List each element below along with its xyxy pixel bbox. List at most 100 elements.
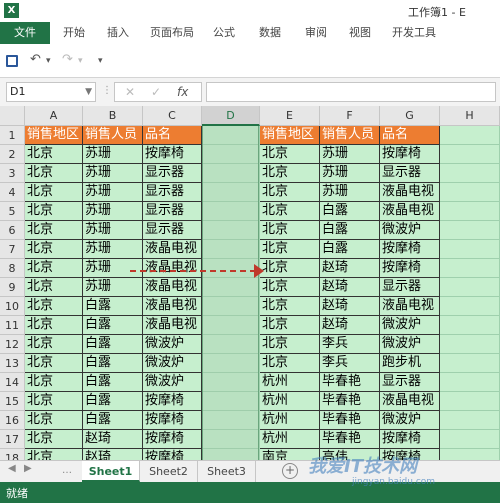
- sheet-scroll-left-icon[interactable]: ◀: [8, 463, 16, 474]
- table-cell[interactable]: [202, 126, 260, 145]
- table-cell[interactable]: 苏珊: [83, 145, 143, 164]
- row-header[interactable]: 16: [0, 411, 25, 430]
- table-cell[interactable]: 微波炉: [380, 411, 440, 430]
- table-cell[interactable]: 显示器: [380, 278, 440, 297]
- table-cell[interactable]: [202, 316, 260, 335]
- table-cell[interactable]: 苏珊: [83, 202, 143, 221]
- table-cell[interactable]: [440, 449, 500, 460]
- tab-file[interactable]: 文件: [0, 22, 50, 44]
- column-header-h[interactable]: H: [440, 106, 500, 126]
- table-header-cell[interactable]: 销售地区: [260, 126, 320, 145]
- table-cell[interactable]: 北京: [25, 183, 83, 202]
- table-cell[interactable]: 液晶电视: [380, 392, 440, 411]
- table-cell[interactable]: 微波炉: [143, 373, 202, 392]
- column-header-e[interactable]: E: [260, 106, 320, 126]
- undo-dropdown-icon[interactable]: ▾: [46, 56, 51, 66]
- table-cell[interactable]: 液晶电视: [143, 240, 202, 259]
- table-cell[interactable]: 北京: [25, 278, 83, 297]
- formula-input[interactable]: [206, 82, 496, 102]
- enter-icon[interactable]: ✓: [151, 83, 161, 101]
- table-header-cell[interactable]: 品名: [380, 126, 440, 145]
- table-cell[interactable]: [202, 449, 260, 460]
- table-cell[interactable]: 按摩椅: [143, 449, 202, 460]
- table-cell[interactable]: 北京: [260, 202, 320, 221]
- row-header[interactable]: 12: [0, 335, 25, 354]
- table-cell[interactable]: 白露: [320, 202, 380, 221]
- row-header[interactable]: 6: [0, 221, 25, 240]
- table-cell[interactable]: 液晶电视: [143, 278, 202, 297]
- table-cell[interactable]: [440, 183, 500, 202]
- table-cell[interactable]: 按摩椅: [380, 240, 440, 259]
- table-cell[interactable]: 微波炉: [380, 221, 440, 240]
- table-cell[interactable]: [202, 411, 260, 430]
- table-cell[interactable]: 北京: [25, 335, 83, 354]
- row-header[interactable]: 1: [0, 126, 25, 145]
- cancel-icon[interactable]: ✕: [125, 83, 135, 101]
- select-all-corner[interactable]: [0, 106, 25, 126]
- row-header[interactable]: 15: [0, 392, 25, 411]
- table-cell[interactable]: 赵琦: [83, 430, 143, 449]
- table-cell[interactable]: [440, 126, 500, 145]
- row-header[interactable]: 7: [0, 240, 25, 259]
- row-header[interactable]: 8: [0, 259, 25, 278]
- table-cell[interactable]: 李兵: [320, 335, 380, 354]
- table-cell[interactable]: 苏珊: [83, 183, 143, 202]
- table-cell[interactable]: 显示器: [143, 164, 202, 183]
- table-cell[interactable]: 液晶电视: [143, 297, 202, 316]
- table-cell[interactable]: 微波炉: [143, 354, 202, 373]
- chevron-down-icon[interactable]: ▼: [85, 83, 92, 101]
- column-header-a[interactable]: A: [25, 106, 83, 126]
- table-cell[interactable]: 液晶电视: [143, 316, 202, 335]
- table-cell[interactable]: 苏珊: [83, 278, 143, 297]
- row-header[interactable]: 10: [0, 297, 25, 316]
- table-cell[interactable]: 北京: [260, 297, 320, 316]
- column-header-b[interactable]: B: [83, 106, 143, 126]
- table-cell[interactable]: 按摩椅: [380, 430, 440, 449]
- table-cell[interactable]: 苏珊: [83, 221, 143, 240]
- table-cell[interactable]: 李兵: [320, 354, 380, 373]
- table-cell[interactable]: 毕春艳: [320, 411, 380, 430]
- row-header[interactable]: 4: [0, 183, 25, 202]
- table-cell[interactable]: 赵琦: [320, 278, 380, 297]
- table-cell[interactable]: 杭州: [260, 411, 320, 430]
- table-cell[interactable]: [202, 202, 260, 221]
- table-cell[interactable]: [202, 297, 260, 316]
- table-cell[interactable]: [440, 392, 500, 411]
- table-cell[interactable]: 杭州: [260, 430, 320, 449]
- sheet-tab-sheet1[interactable]: Sheet1: [82, 461, 140, 482]
- sheet-tab-sheet2[interactable]: Sheet2: [140, 461, 198, 482]
- tab-formulas[interactable]: 公式: [206, 22, 242, 44]
- table-cell[interactable]: 白露: [83, 297, 143, 316]
- table-cell[interactable]: 微波炉: [380, 316, 440, 335]
- column-header-f[interactable]: F: [320, 106, 380, 126]
- table-cell[interactable]: 液晶电视: [143, 259, 202, 278]
- table-cell[interactable]: 北京: [25, 411, 83, 430]
- tab-page-layout[interactable]: 页面布局: [146, 22, 198, 44]
- table-cell[interactable]: 北京: [260, 335, 320, 354]
- table-cell[interactable]: 按摩椅: [143, 145, 202, 164]
- redo-icon[interactable]: ↷: [62, 52, 73, 67]
- table-cell[interactable]: 北京: [260, 221, 320, 240]
- table-cell[interactable]: 北京: [260, 164, 320, 183]
- table-cell[interactable]: 微波炉: [143, 335, 202, 354]
- table-cell[interactable]: 微波炉: [380, 335, 440, 354]
- column-header-g[interactable]: G: [380, 106, 440, 126]
- table-cell[interactable]: [202, 430, 260, 449]
- table-cell[interactable]: 北京: [260, 259, 320, 278]
- table-cell[interactable]: [202, 221, 260, 240]
- tab-view[interactable]: 视图: [342, 22, 378, 44]
- table-cell[interactable]: 白露: [320, 221, 380, 240]
- row-header[interactable]: 14: [0, 373, 25, 392]
- name-box[interactable]: D1 ▼: [6, 82, 96, 102]
- row-header[interactable]: 3: [0, 164, 25, 183]
- table-header-cell[interactable]: 销售人员: [320, 126, 380, 145]
- customize-qat-icon[interactable]: ▾: [98, 56, 103, 66]
- table-cell[interactable]: 按摩椅: [143, 411, 202, 430]
- table-cell[interactable]: 白露: [83, 354, 143, 373]
- table-cell[interactable]: [440, 430, 500, 449]
- tab-data[interactable]: 数据: [252, 22, 288, 44]
- table-cell[interactable]: [440, 354, 500, 373]
- save-icon[interactable]: [6, 55, 18, 67]
- table-cell[interactable]: 北京: [260, 145, 320, 164]
- row-header[interactable]: 2: [0, 145, 25, 164]
